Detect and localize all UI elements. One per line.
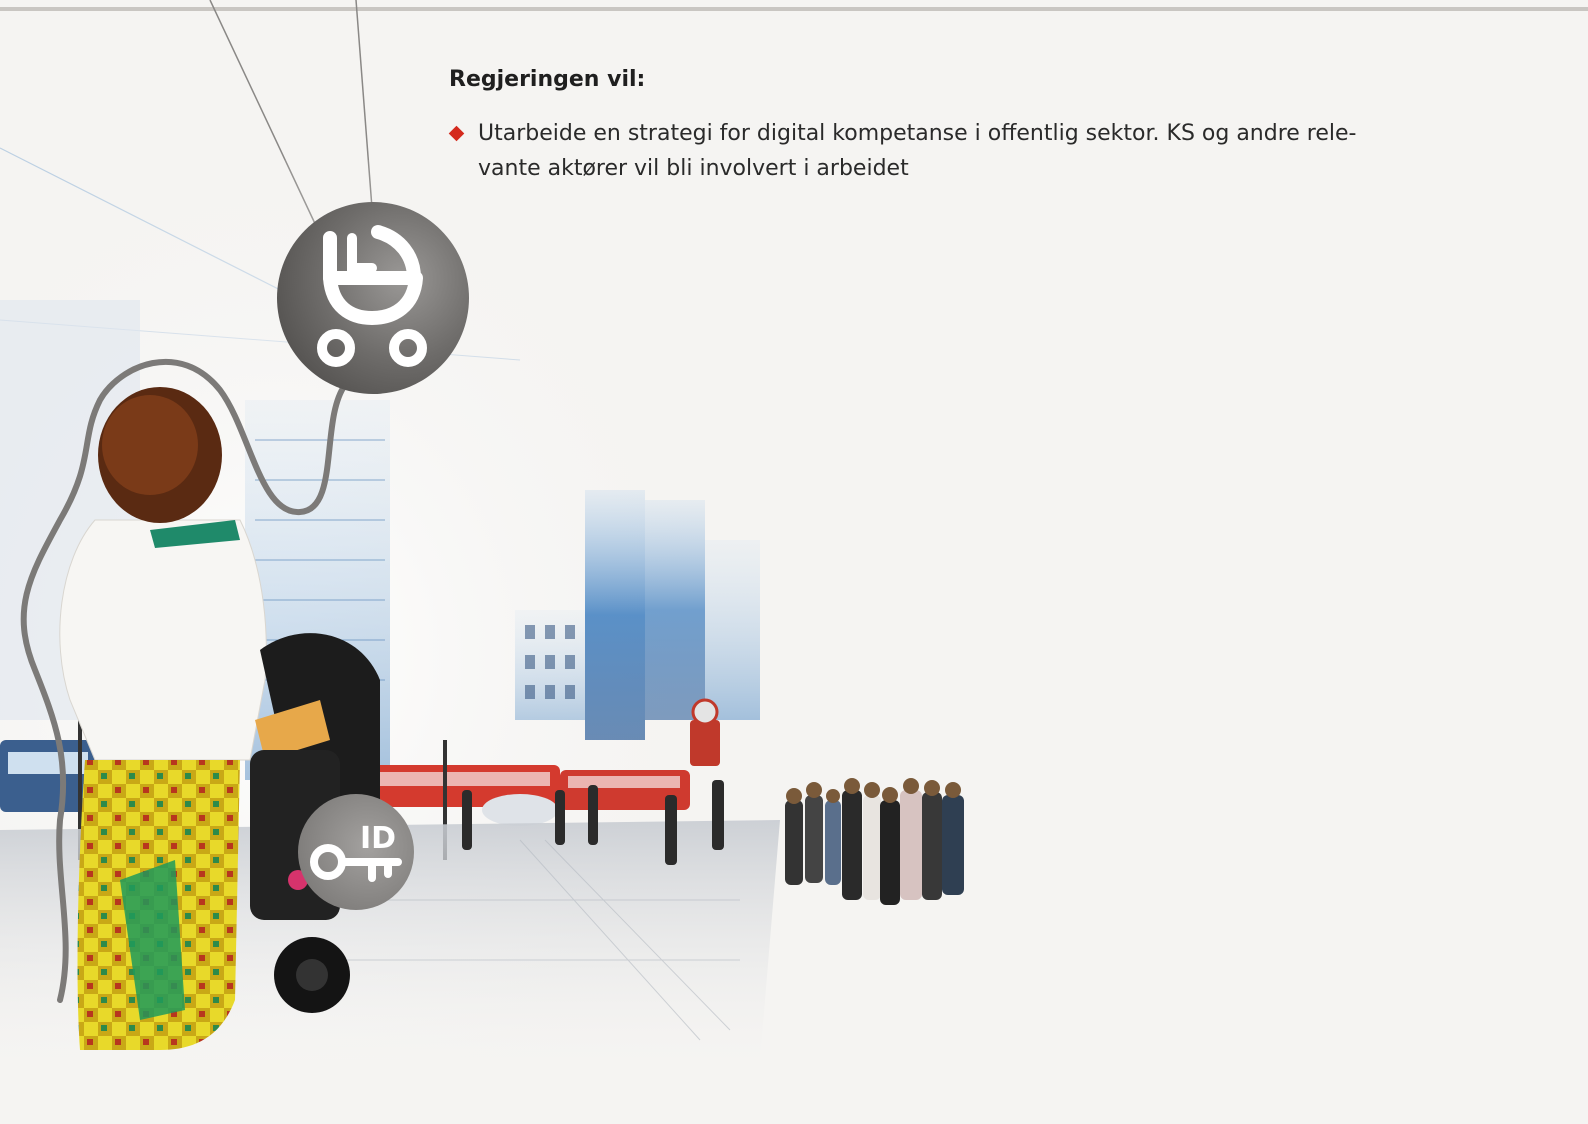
bullet-text-line-2: vante aktører vil bli involvert i arbeid… bbox=[478, 156, 909, 181]
id-badge-text: ID bbox=[360, 821, 396, 856]
red-diamond-bullet-icon bbox=[448, 125, 465, 142]
baby-stroller-icon bbox=[277, 202, 469, 394]
content-section: Regjeringen vil: Utarbeide en strategi f… bbox=[448, 64, 1429, 186]
bullet-list: Utarbeide en strategi for digital kompet… bbox=[448, 116, 1429, 186]
id-key-icon: ID bbox=[298, 794, 414, 910]
bullet-text-line-1: Utarbeide en strategi for digital kompet… bbox=[478, 121, 1357, 146]
section-heading: Regjeringen vil: bbox=[449, 67, 646, 92]
list-item: Utarbeide en strategi for digital kompet… bbox=[448, 116, 1429, 186]
